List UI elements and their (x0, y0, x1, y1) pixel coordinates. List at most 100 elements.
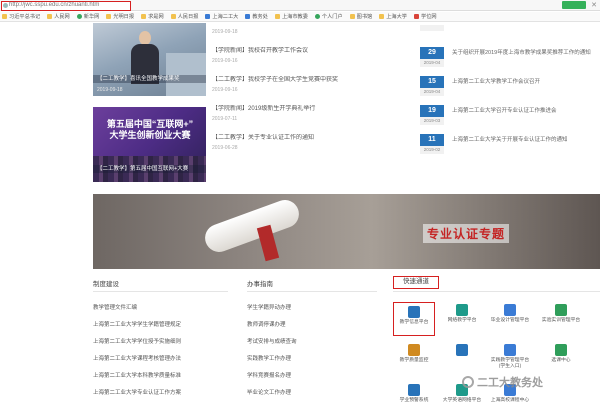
column-heading-rules[interactable]: 制度建设 (93, 278, 119, 288)
news-date: 2019-09-18 (212, 29, 238, 35)
site-icon (76, 14, 82, 19)
folder-icon (2, 14, 7, 19)
course-selection-icon (555, 344, 567, 356)
quick-access-heading[interactable]: 快速通道 (393, 276, 439, 289)
dated-news-item[interactable]: 19 2019-03 上海第二工业大学召开专业认证工作推进会 (420, 105, 600, 134)
list-item[interactable]: 学科竞赛报名办理 (247, 372, 377, 389)
image-news-1[interactable]: 【二工教学】喜讯全国教学成果奖 2019-09-18 (93, 23, 206, 96)
folder-icon (274, 14, 280, 19)
dated-news-item[interactable]: 11 2019-02 上海第二工业大学关于开展专业认证工作的通知 (420, 134, 600, 163)
quick-link[interactable]: 网络教学平台 (441, 304, 483, 324)
bookmark-item[interactable]: 习近平总书记 (2, 13, 40, 20)
news-date: 2019-09-16 (212, 87, 238, 93)
dated-news-title[interactable]: 关于组织开展2019年度上海市教学成果奖推荐工作的通知 (452, 49, 597, 57)
news-item[interactable]: 【二工教学】我校学子在全国大学生竞赛中获奖 2019-09-16 (212, 76, 392, 105)
site-icon (245, 14, 251, 19)
quick-link[interactable]: 毕业设计管理平台 (489, 304, 531, 324)
column-heading-guide[interactable]: 办事指南 (247, 278, 273, 288)
list-item[interactable]: 学生学籍异动办理 (247, 304, 377, 321)
bookmark-item[interactable]: 上海大学 (379, 13, 407, 20)
date-badge: 29 2019-04 (420, 47, 444, 67)
dated-news-list: 29 2019-04 关于组织开展2019年度上海市教学成果奖推荐工作的通知 1… (420, 47, 600, 163)
quality-monitor-icon (408, 344, 420, 356)
diploma-scroll-image (201, 196, 303, 262)
rules-list: 教学管理文件汇编 上海第二工业大学学生学籍管理规定 上海第二工业大学学位授予实施… (93, 304, 228, 406)
quick-link-teaching-platform[interactable]: 教学信息平台 (393, 302, 435, 336)
news-title[interactable]: 【学院新闻】我校召开教学工作会议 (212, 47, 392, 55)
bookmark-item[interactable]: 光明日报 (106, 13, 134, 20)
news-date: 2019-06-28 (212, 145, 238, 151)
list-item[interactable]: 教学管理文件汇编 (93, 304, 228, 321)
dated-news-title[interactable]: 上海第二工业大学召开专业认证工作推进会 (452, 107, 597, 115)
bookmark-item[interactable]: 人民日报 (170, 13, 198, 20)
dated-news-title[interactable]: 上海第二工业大学教学工作会议召开 (452, 78, 597, 86)
quick-link[interactable]: 选课中心 (540, 344, 582, 364)
image-news-caption[interactable]: 【二工教学】喜讯全国教学成果奖 (93, 75, 206, 83)
list-item[interactable]: 毕业论文工作办理 (247, 389, 377, 406)
chart-icon (456, 344, 468, 356)
quick-link[interactable]: 学业预警系统 (393, 384, 435, 404)
news-item[interactable]: 2019-09-18 (212, 25, 392, 47)
news-item[interactable]: 【学院新闻】我校召开教学工作会议 2019-09-16 (212, 47, 392, 76)
list-item[interactable]: 考试安排与成绩查询 (247, 338, 377, 355)
accreditation-banner[interactable]: 专业认证专题 (93, 194, 600, 269)
folder-icon (379, 14, 385, 19)
news-list: 2019-09-18 【学院新闻】我校召开教学工作会议 2019-09-16 【… (212, 25, 392, 163)
guide-list: 学生学籍异动办理 教师调停课办理 考试安排与成绩查询 实践教学工作办理 学科竞赛… (247, 304, 377, 406)
dated-news-title[interactable]: 上海第二工业大学关于开展专业认证工作的通知 (452, 136, 597, 144)
site-icon (205, 14, 211, 19)
dated-news-item[interactable]: 29 2019-04 关于组织开展2019年度上海市教学成果奖推荐工作的通知 (420, 47, 600, 76)
quick-link[interactable]: 教学质量监控 (393, 344, 435, 364)
bookmarks-bar: 习近平总书记 人民网 新华网 光明日报 求是网 人民日报 上海二工大 教务处 上… (0, 12, 600, 22)
list-item[interactable]: 教师调停课办理 (247, 321, 377, 338)
image-news-date: 2019-09-18 (97, 87, 123, 93)
lab-training-icon (555, 304, 567, 316)
practice-management-icon (504, 344, 516, 356)
bookmark-item[interactable]: 新华网 (76, 13, 99, 20)
divider (247, 291, 377, 292)
news-title[interactable]: 【二工教学】关于专业认证工作的通知 (212, 134, 392, 142)
bookmark-item[interactable]: 上海市教委 (274, 13, 308, 20)
list-item[interactable]: 上海第二工业大学本科教学质量标准 (93, 372, 228, 389)
address-bar: http://jwc.sspu.edu.cn/zhuanti.htm ✕ (0, 0, 600, 11)
contest-banner-text: 第五届中国“互联网+” 大学生创新创业大赛 (106, 119, 194, 140)
bookmark-item[interactable]: 教务处 (245, 13, 268, 20)
list-item[interactable]: 上海第二工业大学学生学籍管理规定 (93, 321, 228, 338)
go-button[interactable] (562, 1, 586, 9)
quick-link[interactable]: 实验实训管理平台 (540, 304, 582, 324)
quick-link[interactable] (441, 344, 483, 358)
list-item[interactable]: 上海第二工业大学学位授予实施细则 (93, 338, 228, 355)
image-news-caption[interactable]: 【二工教学】第五届中国互联网+大赛 (93, 165, 206, 173)
close-icon[interactable]: ✕ (591, 1, 597, 9)
bookmark-item[interactable]: 学位网 (414, 13, 437, 20)
dated-news-item[interactable]: 15 2019-04 上海第二工业大学教学工作会议召开 (420, 76, 600, 105)
list-item[interactable]: 上海第二工业大学课程考核管理办法 (93, 355, 228, 372)
date-badge: 11 2019-02 (420, 134, 444, 154)
news-title[interactable]: 【二工教学】我校学子在全国大学生竞赛中获奖 (212, 76, 392, 84)
url-field[interactable]: http://jwc.sspu.edu.cn/zhuanti.htm (1, 1, 131, 11)
wechat-watermark: 二工大教务处 (462, 374, 543, 390)
folder-icon (141, 14, 147, 19)
bookmark-item[interactable]: 求是网 (141, 13, 164, 20)
bookmark-item[interactable]: 个人门户 (314, 13, 343, 20)
warning-icon (408, 384, 420, 396)
quick-link[interactable]: 实践教学管理平台(学生入口) (489, 344, 531, 370)
news-date: 2019-09-16 (212, 58, 238, 64)
folder-icon (349, 14, 355, 19)
url-text: http://jwc.sspu.edu.cn/zhuanti.htm (9, 2, 100, 8)
news-title[interactable]: 【学院新闻】2019级新生开学典礼举行 (212, 105, 392, 113)
bookmark-item[interactable]: 图书馆 (349, 13, 372, 20)
news-item[interactable]: 【二工教学】关于专业认证工作的通知 2019-06-28 (212, 134, 392, 163)
folder-icon (170, 14, 176, 19)
platform-icon (408, 306, 420, 318)
list-item[interactable]: 实践教学工作办理 (247, 355, 377, 372)
image-news-2[interactable]: 第五届中国“互联网+” 大学生创新创业大赛 【二工教学】第五届中国互联网+大赛 (93, 107, 206, 182)
news-date: 2019-07-11 (212, 116, 238, 122)
bookmark-item[interactable]: 人民网 (47, 13, 70, 20)
list-item[interactable]: 上海第二工业大学专业认证工作方案 (93, 389, 228, 406)
news-item[interactable]: 【学院新闻】2019级新生开学典礼举行 2019-07-11 (212, 105, 392, 134)
folder-icon (106, 14, 112, 19)
date-badge: 15 2019-04 (420, 76, 444, 96)
site-icon (314, 14, 320, 19)
bookmark-item[interactable]: 上海二工大 (205, 13, 238, 20)
